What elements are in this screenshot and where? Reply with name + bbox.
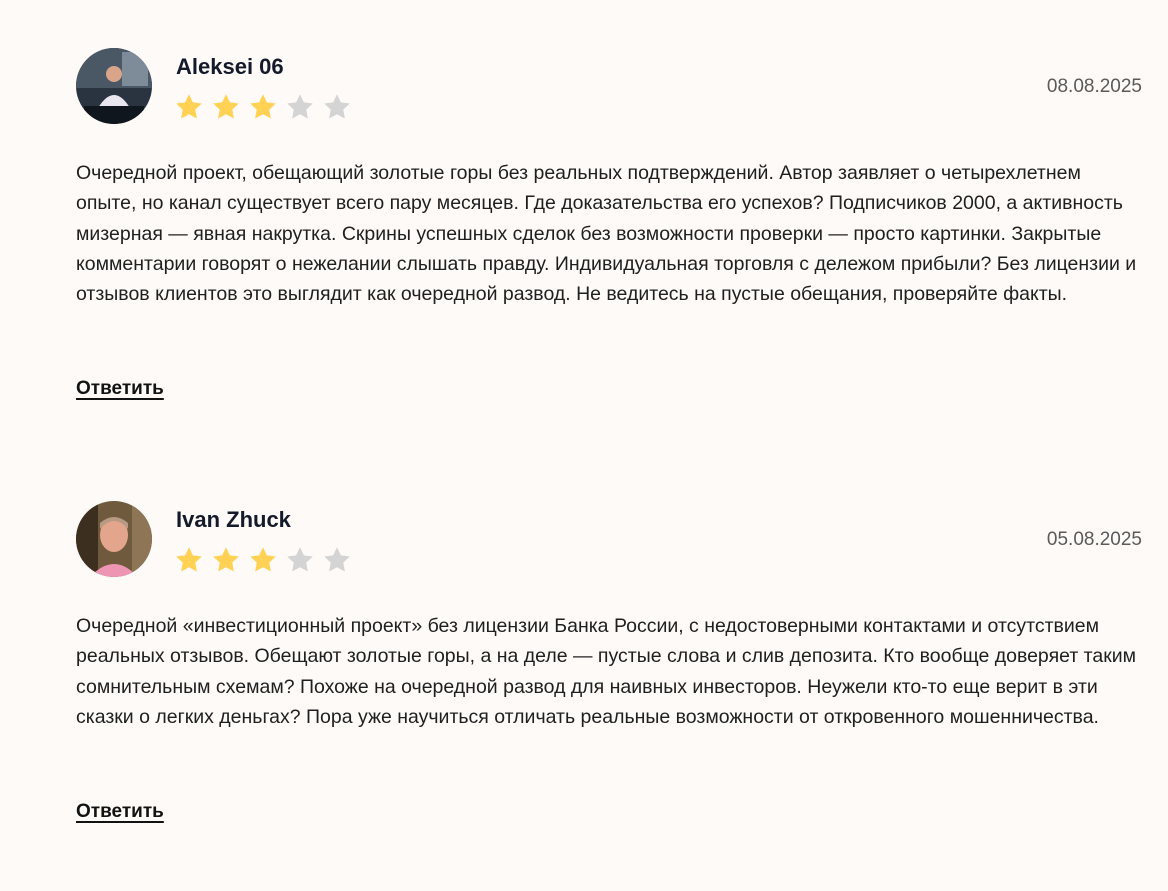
star-filled-icon (250, 547, 276, 572)
reply-button[interactable]: Ответить (76, 800, 164, 824)
review-text: Очередной проект, обещающий золотые горы… (76, 162, 1137, 306)
star-filled-icon (176, 94, 202, 119)
star-empty-icon (287, 547, 313, 572)
author-name: Ivan Zhuck (176, 507, 291, 532)
review-date: 05.08.2025 (1046, 529, 1142, 550)
star-empty-icon (324, 547, 350, 572)
star-filled-icon (213, 547, 239, 572)
star-rating (174, 92, 352, 122)
star-filled-icon (213, 94, 239, 119)
star-empty-icon (287, 94, 313, 119)
avatar (76, 501, 152, 577)
star-rating (174, 545, 352, 575)
star-filled-icon (176, 547, 202, 572)
star-empty-icon (324, 94, 350, 119)
review-text: Очередной «инвестиционный проект» без ли… (76, 615, 1137, 728)
author-name: Aleksei 06 (176, 54, 284, 79)
review-date: 08.08.2025 (1046, 76, 1142, 97)
reply-button[interactable]: Ответить (76, 377, 164, 401)
star-filled-icon (250, 94, 276, 119)
avatar (76, 48, 152, 124)
